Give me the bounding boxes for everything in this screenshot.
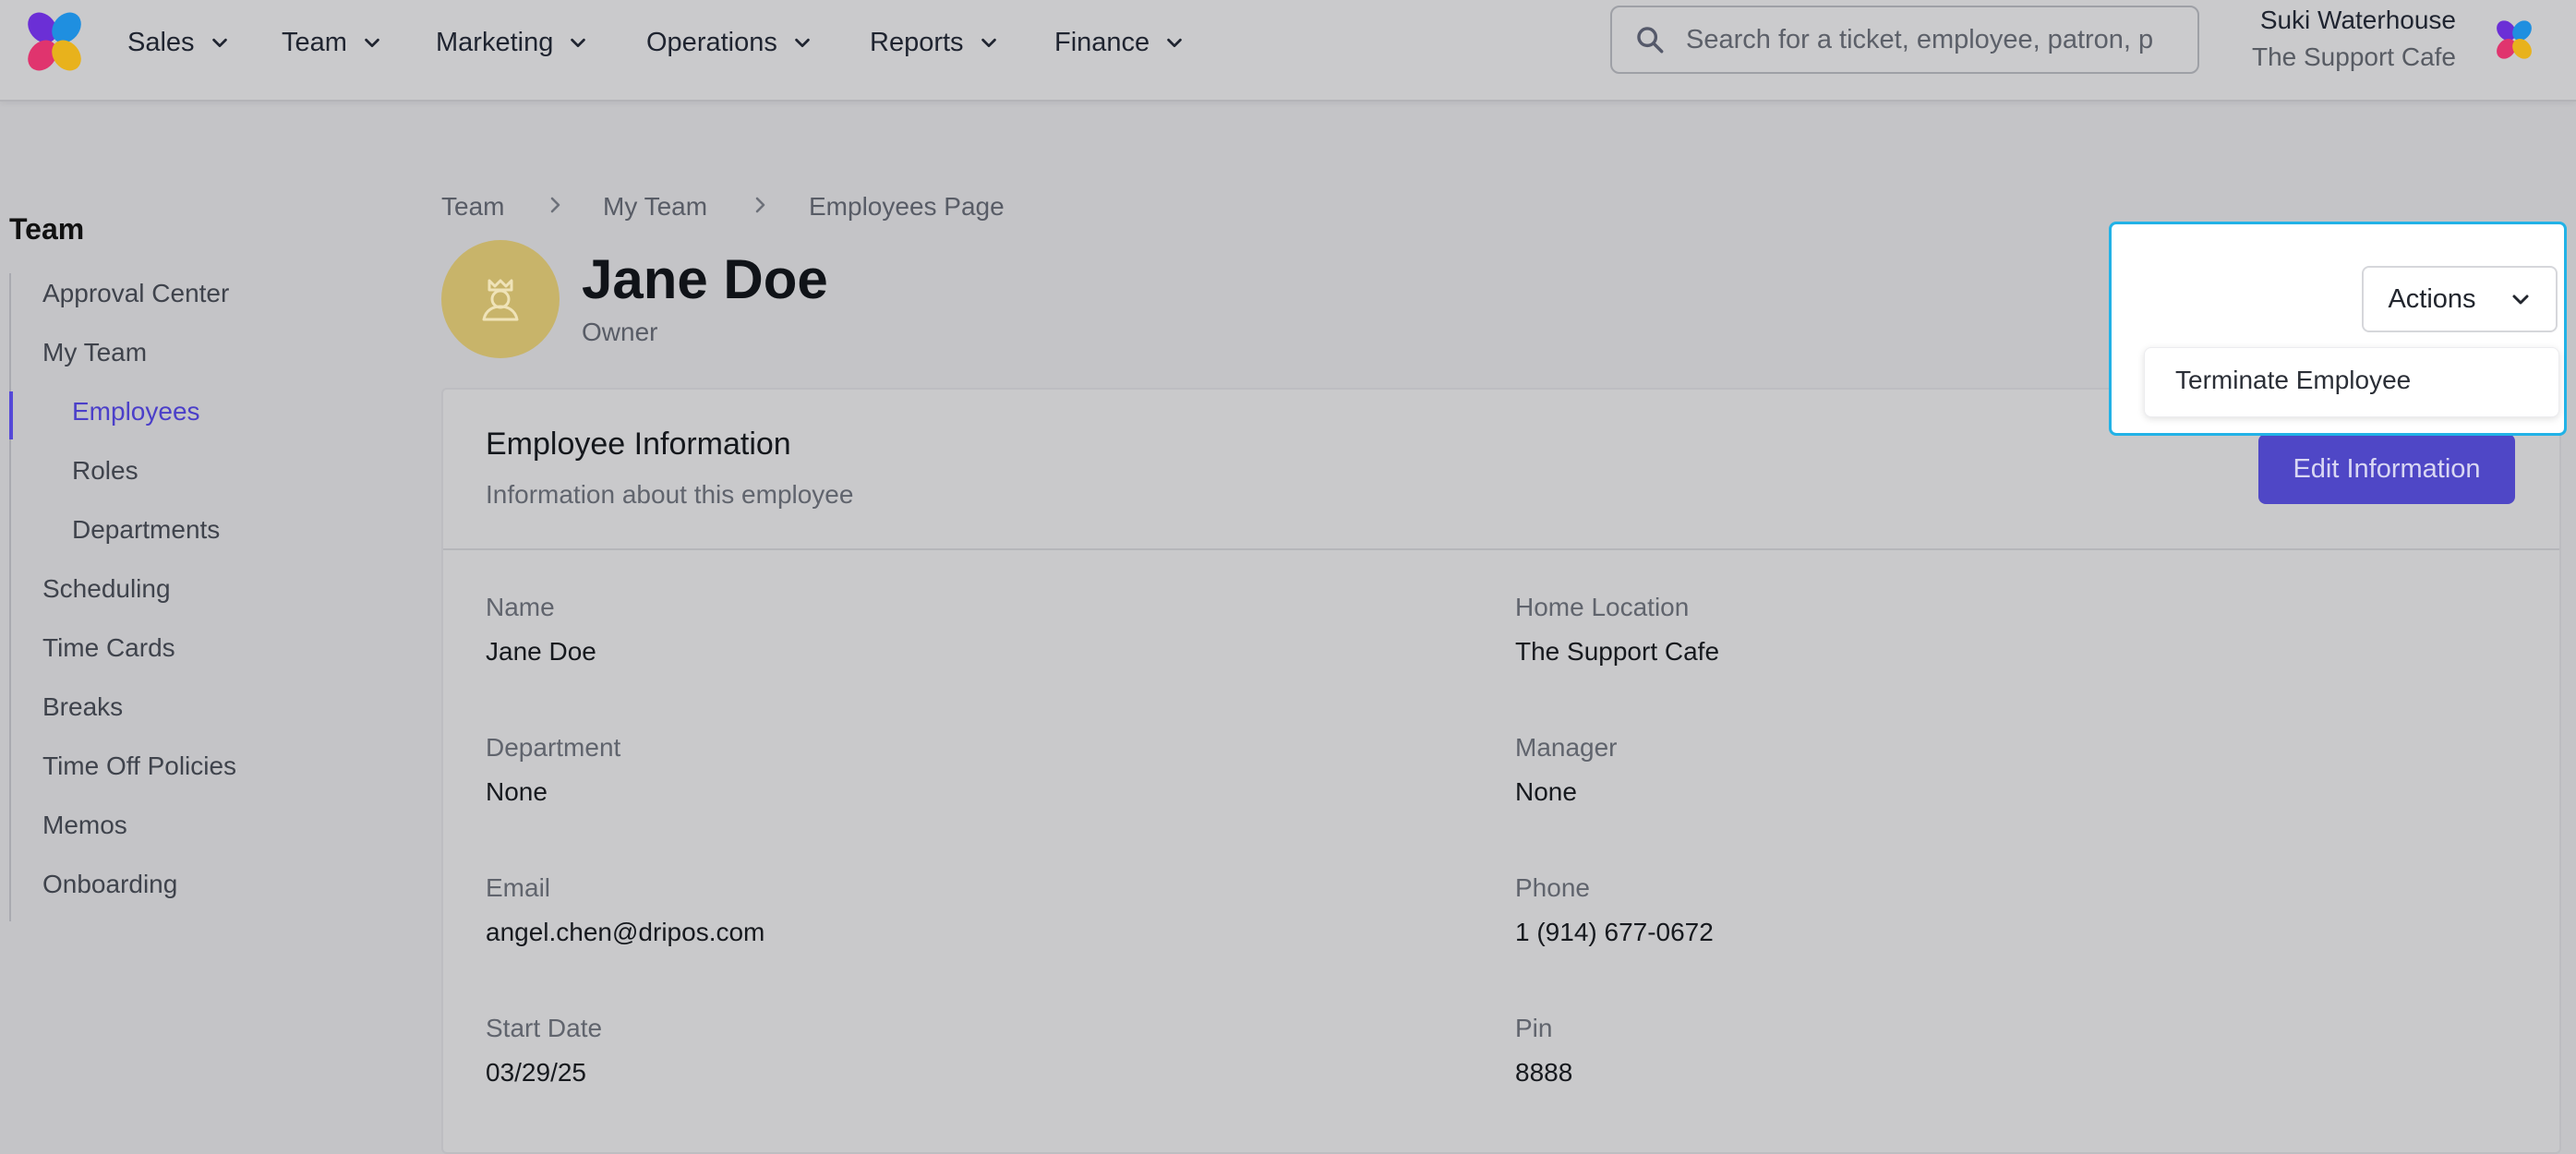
chevron-down-icon [1167, 38, 1182, 48]
chevron-down-icon [211, 38, 227, 48]
chevron-down-icon [2512, 295, 2529, 305]
organization-logo-icon[interactable] [2493, 18, 2535, 61]
chevron-down-icon [365, 38, 379, 48]
card-divider [443, 548, 2559, 550]
nav-team-label: Team [282, 27, 347, 57]
nav-sales-label: Sales [127, 27, 195, 57]
nav-finance[interactable]: Finance [1054, 24, 1185, 61]
field-value-manager: None [1515, 777, 1577, 806]
sidebar-item-employees[interactable]: Employees [72, 397, 200, 427]
field-value-email: angel.chen@dripos.com [486, 918, 765, 946]
sidebar-item-my-team[interactable]: My Team [42, 338, 147, 367]
nav-operations[interactable]: Operations [646, 24, 813, 61]
user-organization[interactable]: The Support Cafe [2252, 42, 2456, 72]
field-label-name: Name [486, 593, 555, 621]
field-label-start-date: Start Date [486, 1014, 603, 1042]
search-input[interactable] [1684, 23, 2186, 56]
sidebar-item-memos[interactable]: Memos [42, 811, 127, 840]
sidebar-title: Team [9, 212, 85, 246]
field-value-pin: 8888 [1515, 1058, 1573, 1087]
field-value-name: Jane Doe [486, 637, 596, 666]
user-name[interactable]: Suki Waterhouse [2260, 6, 2456, 35]
sidebar-active-indicator [9, 391, 13, 439]
field-value-home-location: The Support Cafe [1515, 637, 1720, 666]
card-subtitle: Information about this employee [486, 480, 854, 509]
nav-finance-label: Finance [1054, 27, 1150, 57]
chevron-down-icon [981, 38, 996, 48]
actions-dropdown-button[interactable]: Actions [2362, 266, 2558, 332]
menu-item-terminate-employee[interactable]: Terminate Employee [2175, 366, 2411, 395]
sidebar-item-approval-center[interactable]: Approval Center [42, 279, 229, 308]
field-label-email: Email [486, 873, 551, 902]
employee-name-heading: Jane Doe [582, 248, 828, 310]
chevron-right-icon [755, 197, 765, 213]
nav-operations-label: Operations [646, 27, 777, 57]
nav-marketing-label: Marketing [436, 27, 554, 57]
nav-marketing[interactable]: Marketing [436, 24, 588, 61]
employee-avatar [441, 240, 560, 358]
field-value-department: None [486, 777, 548, 806]
card-title: Employee Information [486, 427, 791, 462]
chevron-right-icon [550, 197, 560, 213]
field-label-phone: Phone [1515, 873, 1590, 902]
sidebar-item-roles[interactable]: Roles [72, 456, 138, 486]
breadcrumb-my-team[interactable]: My Team [603, 192, 707, 222]
search-icon [1637, 27, 1664, 54]
actions-label: Actions [2388, 283, 2476, 314]
breadcrumb-employees-page: Employees Page [809, 192, 1005, 221]
field-label-manager: Manager [1515, 733, 1618, 762]
sidebar-item-scheduling[interactable]: Scheduling [42, 574, 171, 604]
sidebar-item-time-off-policies[interactable]: Time Off Policies [42, 751, 236, 781]
top-navigation-bar: Sales Team Marketing Operations Reports … [0, 0, 2576, 102]
sidebar-item-departments[interactable]: Departments [72, 515, 220, 545]
field-value-start-date: 03/29/25 [486, 1058, 586, 1087]
field-label-home-location: Home Location [1515, 593, 1690, 621]
sidebar-item-onboarding[interactable]: Onboarding [42, 870, 177, 899]
app-logo[interactable] [22, 9, 87, 74]
nav-reports-label: Reports [870, 27, 964, 57]
user-icon [482, 279, 519, 321]
employee-role: Owner [582, 318, 658, 346]
nav-sales[interactable]: Sales [127, 24, 230, 61]
nav-team[interactable]: Team [282, 24, 382, 61]
nav-reports[interactable]: Reports [870, 24, 999, 61]
chevron-down-icon [795, 38, 810, 48]
sidebar-item-breaks[interactable]: Breaks [42, 692, 123, 722]
edit-information-button[interactable]: Edit Information [2258, 434, 2515, 504]
field-label-department: Department [486, 733, 621, 762]
breadcrumb-team[interactable]: Team [441, 192, 504, 222]
field-label-pin: Pin [1515, 1014, 1553, 1042]
global-search[interactable] [1610, 6, 2199, 74]
chevron-down-icon [571, 38, 586, 48]
sidebar-rail [9, 273, 11, 921]
field-value-phone: 1 (914) 677-0672 [1515, 918, 1714, 946]
sidebar-item-time-cards[interactable]: Time Cards [42, 633, 175, 663]
